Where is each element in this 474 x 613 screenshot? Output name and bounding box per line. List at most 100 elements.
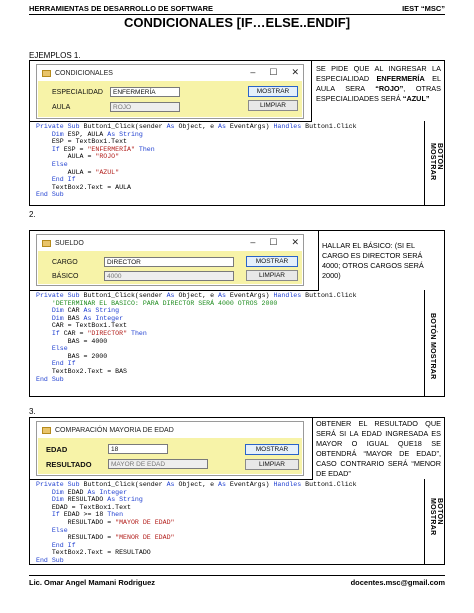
mostrar-button[interactable]: MOSTRAR xyxy=(248,86,298,97)
code-token: Button1.Click xyxy=(305,123,357,130)
field-label-cargo: CARGO xyxy=(52,259,78,266)
code-line: Else xyxy=(36,345,357,353)
code-keyword: As xyxy=(218,481,230,488)
maximize-icon[interactable]: ☐ xyxy=(269,67,277,78)
code-keyword: Private Sub xyxy=(36,123,84,130)
code-line: Dim ESP, AULA As String xyxy=(36,131,357,139)
window-sueldo: SUELDO – ☐ ✕ CARGO DIRECTOR BÁSICO 4000 … xyxy=(36,234,304,286)
code-token: Object xyxy=(178,481,203,488)
section-1-frame: CONDICIONALES – ☐ ✕ ESPECIALIDAD ENFERME… xyxy=(29,60,445,206)
code-block-1: Private Sub Button1_Click(sender As Obje… xyxy=(36,123,357,199)
close-icon[interactable]: ✕ xyxy=(291,67,299,78)
code-token: CAR = TextBox1.Text xyxy=(36,322,128,330)
code-token: BAS = 2000 xyxy=(36,352,108,360)
code-line: End If xyxy=(36,360,357,368)
code-keyword: Else xyxy=(51,526,68,534)
maximize-icon[interactable]: ☐ xyxy=(269,237,277,248)
side-label-boton-mostrar: BOTÓN MOSTRAR xyxy=(429,143,443,181)
code-keyword: Private Sub xyxy=(36,292,84,299)
code-line: BAS = 2000 xyxy=(36,353,357,361)
code-token: RESULTADO = xyxy=(36,534,116,542)
code-line: 'DETERMINAR EL BASICO: PARA DIRECTOR SER… xyxy=(36,300,357,308)
code-keyword: Then xyxy=(107,511,124,519)
window-title: COMPARACIÓN MAYORIA DE EDAD xyxy=(55,426,174,434)
code-keyword: Handles xyxy=(273,123,306,130)
code-keyword: End Sub xyxy=(36,556,64,564)
code-token: Button1.Click xyxy=(305,292,357,299)
code-keyword: Dim xyxy=(51,307,68,315)
especialidad-input[interactable]: ENFERMERÍA xyxy=(110,87,180,97)
mostrar-button[interactable]: MOSTRAR xyxy=(246,256,298,267)
code-line: ESP = TextBox1.Text xyxy=(36,138,357,146)
code-line: If CAR = "DIRECTOR" Then xyxy=(36,330,357,338)
code-keyword: Private Sub xyxy=(36,481,84,488)
form-icon xyxy=(42,69,51,77)
code-token: RESULTADO xyxy=(67,496,108,504)
code-token: Button1.Click xyxy=(305,481,357,488)
code-keyword: Dim xyxy=(51,314,68,322)
header-course: HERRAMIENTAS DE DESARROLLO DE SOFTWARE xyxy=(29,4,214,13)
code-keyword: If xyxy=(51,511,64,519)
code-line: Dim EDAD As Integer xyxy=(36,489,357,497)
cargo-input[interactable]: DIRECTOR xyxy=(104,257,234,267)
code-line: Private Sub Button1_Click(sender As Obje… xyxy=(36,292,357,300)
minimize-icon[interactable]: – xyxy=(250,237,255,248)
desc-bold: “AZUL” xyxy=(402,94,430,103)
section-1-label: EJEMPLOS 1. xyxy=(29,51,81,60)
window-title: SUELDO xyxy=(55,239,84,247)
limpiar-button[interactable]: LIMPIAR xyxy=(248,100,298,111)
code-string: "MENOR DE EDAD" xyxy=(115,534,175,542)
field-label-edad: EDAD xyxy=(46,445,68,454)
window-titlebar[interactable]: COMPARACIÓN MAYORIA DE EDAD xyxy=(37,422,303,438)
code-line: If EDAD >= 18 Then xyxy=(36,511,357,519)
close-icon[interactable]: ✕ xyxy=(291,237,299,248)
section-3-label: 3. xyxy=(29,407,36,416)
code-token: , e xyxy=(202,481,219,488)
code-keyword: As xyxy=(107,130,120,138)
code-keyword: Then xyxy=(127,329,147,337)
code-token: Button1_Click(sender xyxy=(83,481,167,488)
window-condicionales: CONDICIONALES – ☐ ✕ ESPECIALIDAD ENFERME… xyxy=(36,64,304,119)
code-keyword: End If xyxy=(51,176,76,184)
minimize-icon[interactable]: – xyxy=(250,67,255,78)
code-keyword: End If xyxy=(51,360,76,368)
footer-email: docentes.msc@gmail.com xyxy=(350,578,445,587)
code-keyword: Integer xyxy=(95,314,124,322)
code-keyword: Handles xyxy=(273,292,306,299)
page-title: CONDICIONALES [IF…ELSE..ENDIF] xyxy=(123,15,351,30)
code-keyword: Else xyxy=(51,160,68,168)
mostrar-button[interactable]: MOSTRAR xyxy=(245,444,299,455)
code-token: Button1_Click(sender xyxy=(83,292,167,299)
limpiar-button[interactable]: LIMPIAR xyxy=(245,459,299,470)
section-3-frame: COMPARACIÓN MAYORIA DE EDAD EDAD 18 RESU… xyxy=(29,417,445,565)
code-line: AULA = "AZUL" xyxy=(36,169,357,177)
code-keyword: String xyxy=(119,130,143,138)
code-keyword: String xyxy=(119,496,143,504)
code-line: RESULTADO = "MAYOR DE EDAD" xyxy=(36,519,357,527)
code-token: EDAD >= 18 xyxy=(63,511,108,519)
code-token: TextBox2.Text = BAS xyxy=(36,367,128,375)
code-token: EDAD = TextBox1.Text xyxy=(36,503,131,511)
field-label-especialidad: ESPECIALIDAD xyxy=(52,89,103,96)
limpiar-button[interactable]: LIMPIAR xyxy=(246,270,298,281)
window-title: CONDICIONALES xyxy=(55,69,113,77)
code-keyword: As xyxy=(83,307,96,315)
code-block-3: Private Sub Button1_Click(sender As Obje… xyxy=(36,481,357,565)
code-line: End If xyxy=(36,542,357,550)
code-string: "DIRECTOR" xyxy=(87,329,128,337)
code-token: Object xyxy=(178,292,203,299)
code-token: EDAD xyxy=(67,488,88,496)
edad-input[interactable]: 18 xyxy=(108,444,168,454)
resultado-output: MAYOR DE EDAD xyxy=(108,459,208,469)
footer-author: Lic. Omar Angel Mamani Rodriguez xyxy=(29,578,155,587)
field-label-resultado: RESULTADO xyxy=(46,460,92,469)
window-client: ESPECIALIDAD ENFERMERÍA AULA ROJO MOSTRA… xyxy=(38,81,302,117)
footer-divider xyxy=(29,575,445,576)
code-keyword: Else xyxy=(51,345,68,353)
code-string: "ROJO" xyxy=(95,153,120,161)
